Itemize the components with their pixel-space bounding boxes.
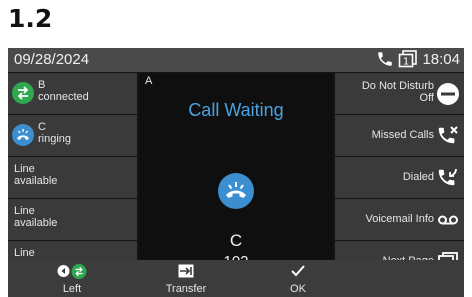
dialed-label: Dialed [402, 171, 434, 183]
missed-calls-key[interactable]: Missed Calls [335, 115, 464, 156]
call-panel: A Call Waiting C 102 [139, 73, 333, 285]
status-date: 09/28/2024 [14, 51, 90, 68]
transfer-icon [12, 82, 34, 104]
caller-name: C [229, 231, 243, 250]
softkey-ok[interactable]: OK [238, 260, 358, 297]
voicemail-label: Voicemail Info [365, 213, 434, 225]
dnd-key-text: Do Not Disturb Off [361, 80, 434, 104]
incoming-call-icon [218, 173, 254, 209]
line-key-3[interactable]: Line available [8, 157, 137, 198]
dialed-calls-icon [438, 168, 457, 186]
transfer-arrow-icon [178, 263, 194, 279]
status-bar: 09/28/2024 1 18:04 [8, 48, 464, 72]
status-time: 18:04 [422, 50, 460, 68]
phone-screen: 09/28/2024 1 18:04 B connected C ringing… [8, 48, 464, 297]
softkey-bar: Left Transfer OK [8, 260, 464, 297]
call-line-letter: A [145, 75, 153, 87]
line-keys: B connected C ringing Line available Lin… [8, 73, 137, 285]
line-key-4-text: Line available [14, 205, 58, 229]
line-key-c[interactable]: C ringing [8, 115, 137, 156]
line-one-icon: 1 [399, 50, 418, 68]
line-key-4[interactable]: Line available [8, 199, 137, 240]
softkey-transfer-label: Transfer [165, 283, 207, 295]
section-label: 1.2 [8, 4, 53, 33]
dnd-icon [437, 83, 459, 105]
missed-calls-label: Missed Calls [371, 129, 434, 141]
dnd-key[interactable]: Do Not Disturb Off [335, 73, 464, 114]
softkey-left[interactable]: Left [12, 260, 132, 297]
call-title: Call Waiting [188, 100, 284, 120]
voicemail-icon [438, 215, 458, 225]
check-icon [290, 263, 306, 279]
line-key-3-text: Line available [14, 163, 58, 187]
softkey-transfer[interactable]: Transfer [126, 260, 246, 297]
missed-calls-icon [438, 126, 458, 144]
dialed-key[interactable]: Dialed [335, 157, 464, 198]
phone-handset-icon [378, 52, 393, 66]
left-transfer-icon [57, 263, 87, 279]
feature-keys: Do Not Disturb Off Missed Calls Dialed V… [335, 73, 464, 285]
ringing-phone-icon [12, 124, 34, 146]
line-key-b[interactable]: B connected [8, 73, 137, 114]
voicemail-key[interactable]: Voicemail Info [335, 199, 464, 240]
status-right: 1 18:04 [376, 50, 460, 68]
softkey-left-label: Left [62, 283, 82, 295]
line-key-c-text: C ringing [38, 121, 72, 145]
svg-text:1: 1 [403, 57, 409, 68]
line-key-b-text: B connected [38, 79, 89, 103]
softkey-ok-label: OK [290, 283, 306, 295]
